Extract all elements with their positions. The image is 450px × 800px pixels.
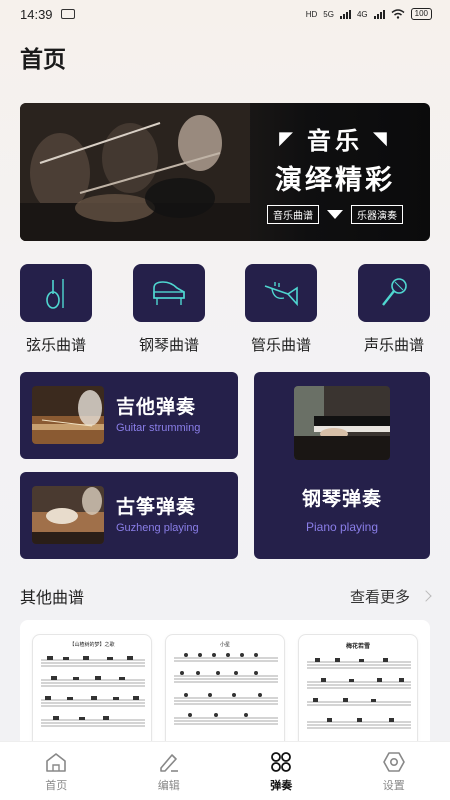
card-guzheng-subtitle: Guzheng playing [116,522,199,534]
banner-tag-right: 乐器演奏 [351,205,403,224]
battery-icon: 100 [410,8,432,20]
edit-icon [159,754,178,772]
category-piano[interactable]: 钢琴曲谱 [133,264,205,355]
orchestra-image [20,103,250,241]
score-title: 【山楂树的梦】之歌 [69,642,115,648]
view-more-label: 查看更多 [349,587,410,606]
banner-text: ◤ 音乐 ◥ 演绎精彩 音乐曲谱 乐器演奏 [240,121,430,224]
category-strings[interactable]: 弦乐曲谱 [20,264,92,355]
piano-icon [153,281,185,305]
tab-edit-label: 编辑 [157,779,180,792]
microphone-icon [382,278,407,306]
tab-play-label: 弹奏 [270,779,293,792]
card-guzheng-title: 古筝弹奏 [116,496,197,518]
arrow-left-icon: ◤ [279,128,297,149]
signal-icon-2 [373,9,385,19]
section-title: 其他曲谱 [20,588,85,607]
sheet-music-image [174,653,278,725]
signal-icon [339,9,351,19]
score-title: 小星 [219,642,230,648]
grid-icon [271,752,292,772]
card-guzheng[interactable]: 古筝弹奏 Guzheng playing [20,472,238,559]
category-label: 钢琴曲谱 [138,336,199,354]
score-item[interactable]: 【山楂树的梦】之歌 [32,634,152,754]
banner-line2: 演绎精彩 [275,165,395,196]
section-header: 其他曲谱 查看更多 [20,584,432,608]
bottom-tab-bar: 首页 编辑 弹奏 设置 [0,741,450,800]
category-label: 弦乐曲谱 [25,336,86,354]
notification-icon [60,9,75,19]
chevron-down-icon [327,210,343,219]
sheet-music-image [307,658,411,729]
home-icon [46,753,67,772]
network-5g-label: 5G [323,9,334,19]
page-title: 首页 [20,47,66,73]
tab-edit[interactable]: 编辑 [113,742,226,800]
banner[interactable]: ◤ 音乐 ◥ 演绎精彩 音乐曲谱 乐器演奏 [20,103,430,241]
banner-line1: 音乐 [307,127,363,155]
card-guitar-subtitle: Guitar strumming [116,422,201,434]
score-title: 梅花若雪 [345,643,370,650]
status-bar: 14:39 HD 5G 4G 100 [0,0,450,28]
hd-label: HD [305,9,318,19]
category-winds[interactable]: 管乐曲谱 [245,264,317,355]
category-label: 管乐曲谱 [250,336,311,354]
status-time: 14:39 [20,6,53,22]
arrow-right-icon: ◥ [373,128,391,149]
chevron-right-icon [420,590,432,602]
category-label: 声乐曲谱 [363,336,424,354]
card-guitar-title: 吉他弹奏 [116,396,197,418]
sheet-music-image [41,656,145,727]
tab-play[interactable]: 弹奏 [225,742,338,800]
view-more-link[interactable]: 查看更多 [349,586,432,607]
tab-settings[interactable]: 设置 [338,742,450,800]
score-item[interactable]: 梅花若雪 [298,634,418,754]
tab-home[interactable]: 首页 [0,742,113,800]
tab-settings-label: 设置 [382,779,405,792]
status-indicators: HD 5G 4G 100 [306,8,432,20]
card-piano-subtitle: Piano playing [305,520,379,534]
guitar-image [32,386,104,444]
card-piano[interactable]: 钢琴弹奏 Piano playing [254,372,430,559]
card-piano-title: 钢琴弹奏 [301,488,382,510]
wifi-icon [391,9,405,19]
violin-icon [46,279,64,309]
card-guitar[interactable]: 吉他弹奏 Guitar strumming [20,372,238,459]
score-list: 【山楂树的梦】之歌 小星 梅花若雪 [20,620,430,754]
guzheng-image [32,486,104,544]
category-vocal[interactable]: 声乐曲谱 [358,264,430,355]
piano-image [294,386,390,460]
settings-icon [382,752,405,772]
banner-tag-left: 音乐曲谱 [267,205,319,224]
score-item[interactable]: 小星 [165,634,285,754]
network-4g-label: 4G [356,9,368,19]
category-row: 弦乐曲谱 钢琴曲谱 管乐曲谱 声乐曲谱 [20,264,430,354]
trumpet-icon [264,282,298,307]
tab-home-label: 首页 [45,779,68,792]
